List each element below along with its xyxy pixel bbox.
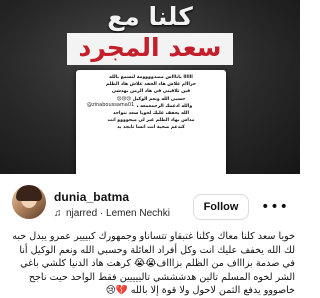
profile-row: dunia_batma ♫ njarred · Lemen Nechki Foll… [0, 182, 300, 226]
post-caption: خويا سعد كلنا معاك وكلنا غتبقاو تتساناو … [12, 231, 295, 297]
username[interactable]: dunia_batma [54, 190, 129, 204]
post-caption-area: dunia_batma ♫ njarred · Lemen Nechki Foll… [0, 174, 300, 298]
audio-attribution[interactable]: ♫ njarred · Lemen Nechki [54, 208, 170, 219]
story-mention-tag: @zinaboussama01 [84, 101, 138, 109]
avatar[interactable] [12, 185, 46, 219]
audio-text: njarred · Lemen Nechki [66, 208, 170, 219]
headline-line-2: سعد المجرد [66, 33, 234, 65]
follow-button[interactable]: Follow [193, 194, 249, 220]
post-image[interactable]: كلنا مع سعد المجرد اااااا ياناااس مصدووو… [0, 0, 300, 174]
story-screenshot: اااااا ياناااس مصدوووومة لتسمع بالله حرا… [76, 70, 226, 174]
image-headline: كلنا مع سعد المجرد [0, 2, 300, 65]
more-dots-icon[interactable]: ••• [261, 194, 288, 220]
headline-line-1: كلنا مع [107, 2, 193, 31]
music-note-icon: ♫ [54, 208, 62, 219]
